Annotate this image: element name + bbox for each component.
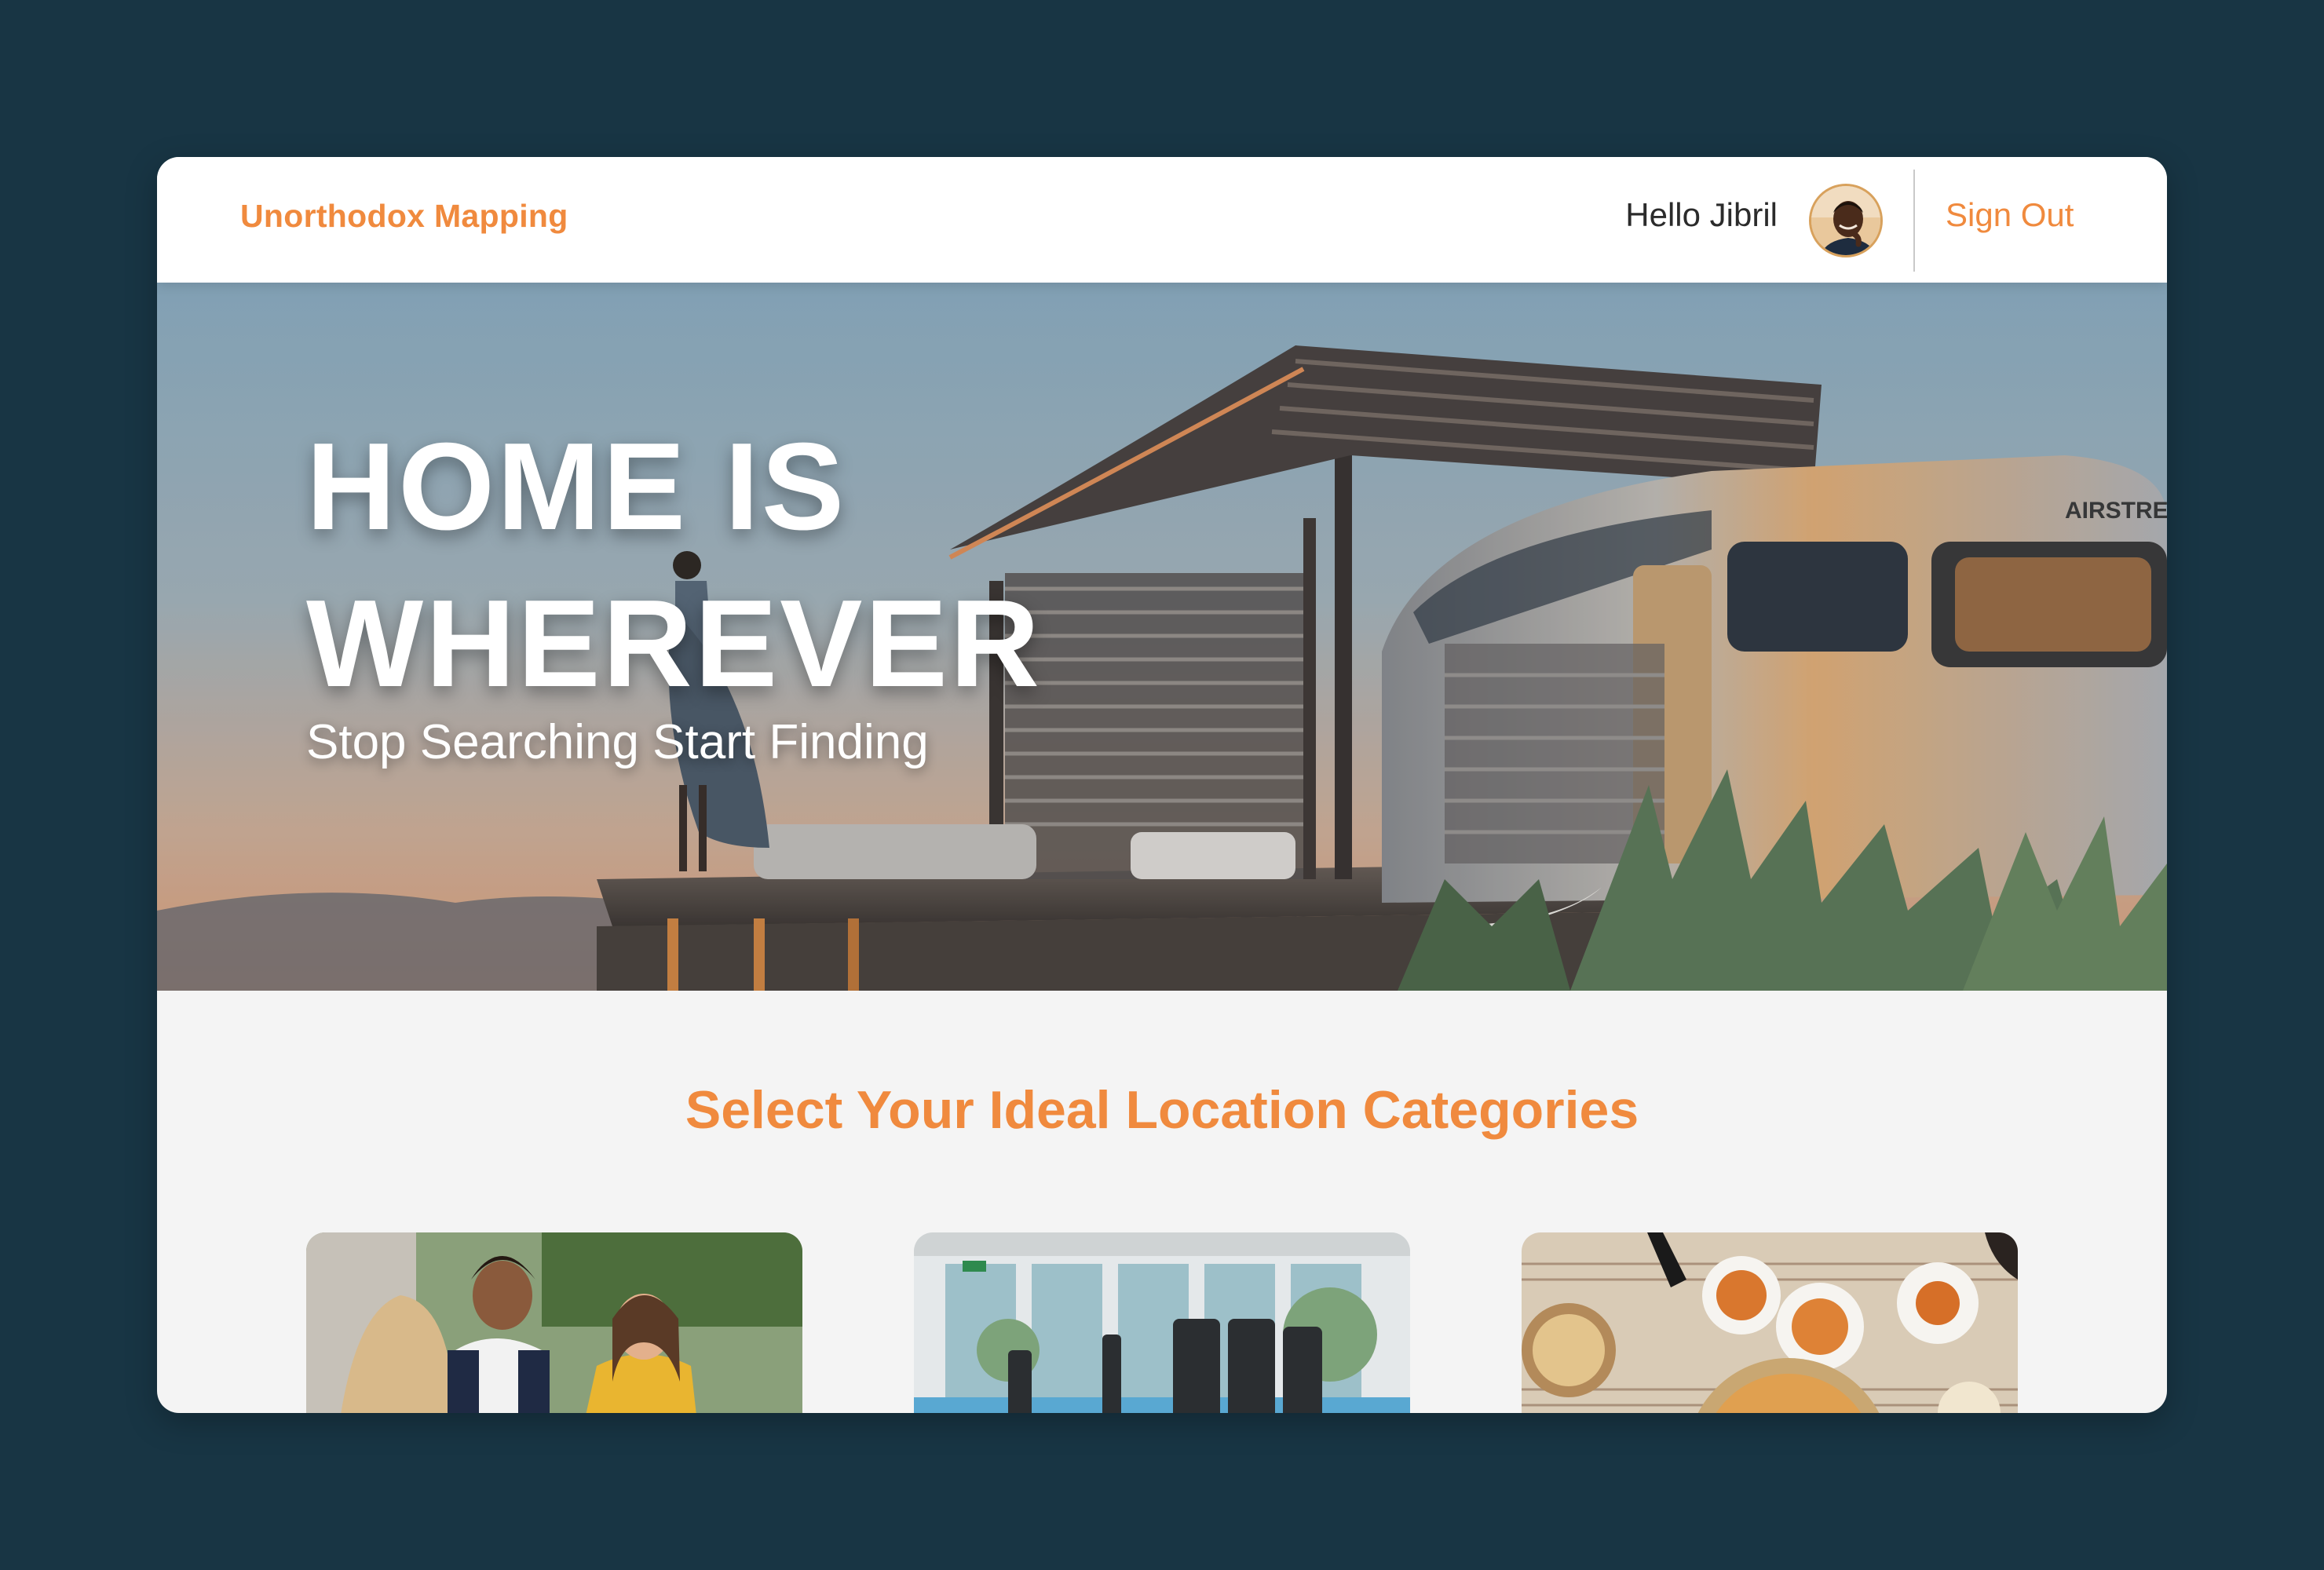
category-card-food[interactable] bbox=[1522, 1232, 2018, 1413]
category-card-social[interactable] bbox=[306, 1232, 802, 1413]
app-window: Unorthodox Mapping Hello Jibril Sign Out bbox=[157, 157, 2167, 1413]
hero-subtitle: Stop Searching Start Finding bbox=[306, 715, 929, 769]
social-people-photo bbox=[306, 1232, 802, 1413]
categories-heading: Select Your Ideal Location Categories bbox=[685, 1080, 1639, 1140]
user-greeting: Hello Jibril bbox=[1625, 196, 1778, 233]
top-navigation-bar: Unorthodox Mapping Hello Jibril Sign Out bbox=[157, 157, 2167, 283]
sign-out-link[interactable]: Sign Out bbox=[1946, 196, 2074, 234]
user-avatar-icon[interactable] bbox=[1809, 184, 1883, 257]
hero-banner: AIRSTREA HOME IS WHEREVER Stop Searching… bbox=[157, 283, 2167, 991]
hero-title-line-2: WHEREVER bbox=[306, 575, 1042, 713]
category-card-fitness[interactable] bbox=[914, 1232, 1410, 1413]
brand-logo-link[interactable]: Unorthodox Mapping bbox=[240, 198, 568, 235]
food-dining-photo bbox=[1522, 1232, 2018, 1413]
gym-fitness-photo bbox=[914, 1232, 1410, 1413]
hero-title-line-1: HOME IS bbox=[306, 418, 847, 556]
hero-title: HOME IS WHEREVER bbox=[306, 408, 1042, 722]
avatar-portrait bbox=[1811, 186, 1880, 255]
header-divider bbox=[1913, 170, 1915, 272]
